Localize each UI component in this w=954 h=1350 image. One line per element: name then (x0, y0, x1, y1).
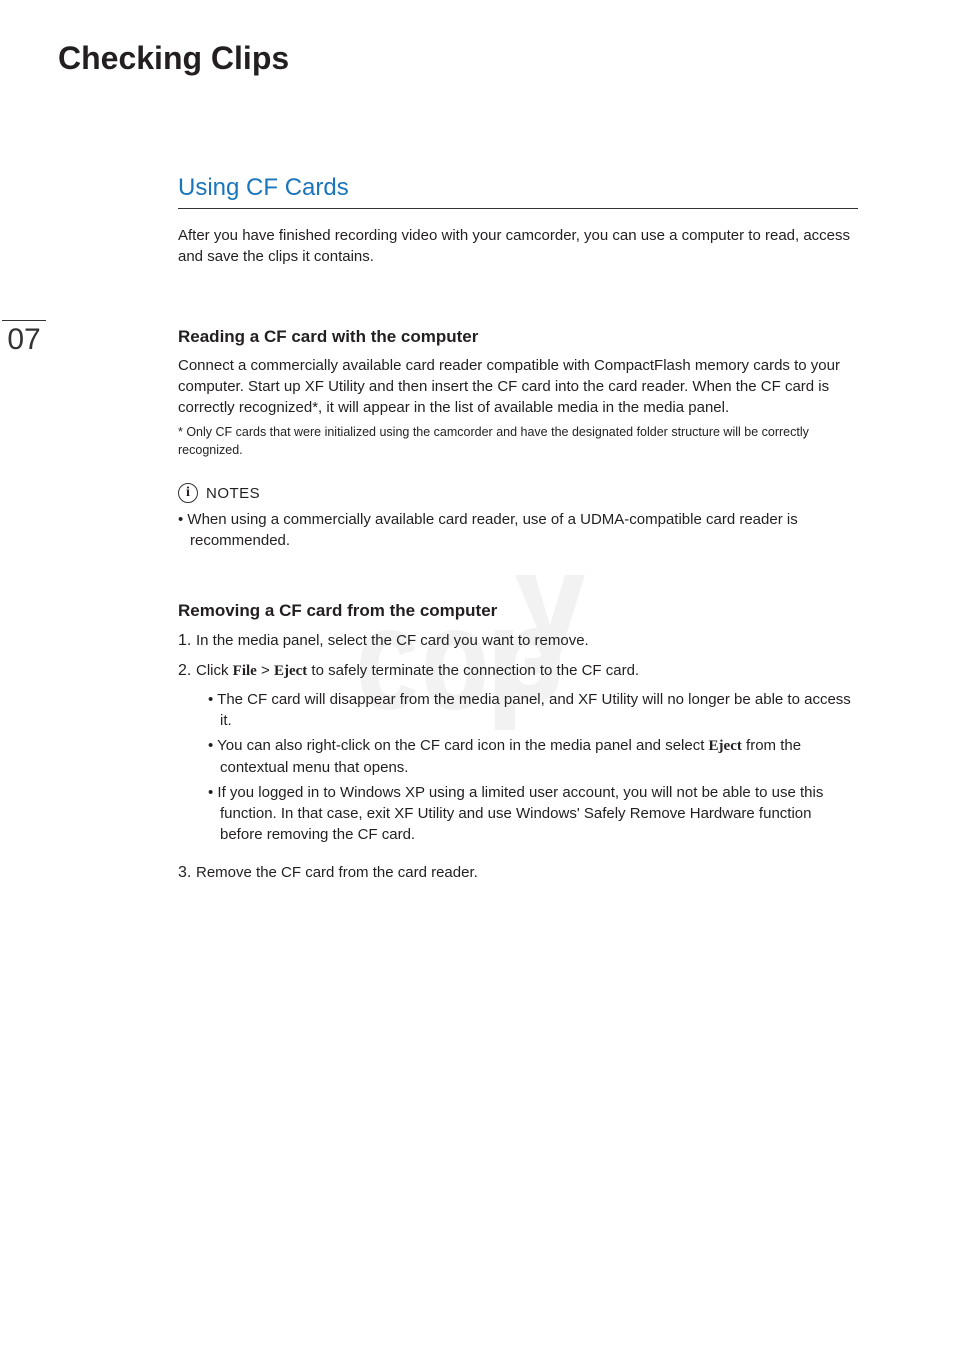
page-number: 07 (2, 320, 46, 357)
subsection-reading-title: Reading a CF card with the computer (178, 327, 858, 347)
menu-eject: Eject (274, 663, 307, 679)
step-3-number: 3. (178, 861, 196, 885)
step-2: 2.Click File > Eject to safely terminate… (178, 659, 858, 683)
subsection-reading-body: Connect a commercially available card re… (178, 355, 858, 418)
step-1-text: In the media panel, select the CF card y… (196, 632, 589, 649)
step-2-number: 2. (178, 659, 196, 683)
step-1: 1.In the media panel, select the CF card… (178, 629, 858, 653)
info-icon: i (178, 483, 198, 503)
notes-header: i NOTES (178, 483, 858, 503)
step-2-bullet-1: The CF card will disappear from the medi… (178, 689, 858, 731)
menu-eject-context: Eject (709, 738, 742, 754)
menu-file: File (233, 663, 257, 679)
footnote: * Only CF cards that were initialized us… (178, 424, 858, 459)
notes-label: NOTES (206, 485, 260, 502)
page-title: Checking Clips (58, 40, 289, 77)
step-2-bullet-3: If you logged in to Windows XP using a l… (178, 782, 858, 845)
step-1-number: 1. (178, 629, 196, 653)
step-2-bullet-2: You can also right-click on the CF card … (178, 735, 858, 778)
step-2-pre: Click (196, 662, 233, 679)
note-item: When using a commercially available card… (178, 509, 858, 551)
subsection-removing-title: Removing a CF card from the computer (178, 601, 858, 621)
main-content: Using CF Cards After you have finished r… (178, 174, 858, 891)
menu-gt: > (257, 662, 274, 679)
section-title: Using CF Cards (178, 174, 858, 209)
intro-paragraph: After you have finished recording video … (178, 225, 858, 267)
step-2-bullet-2-pre: You can also right-click on the CF card … (217, 737, 708, 754)
step-3: 3.Remove the CF card from the card reade… (178, 861, 858, 885)
step-2-post: to safely terminate the connection to th… (307, 662, 639, 679)
step-3-text: Remove the CF card from the card reader. (196, 864, 478, 881)
